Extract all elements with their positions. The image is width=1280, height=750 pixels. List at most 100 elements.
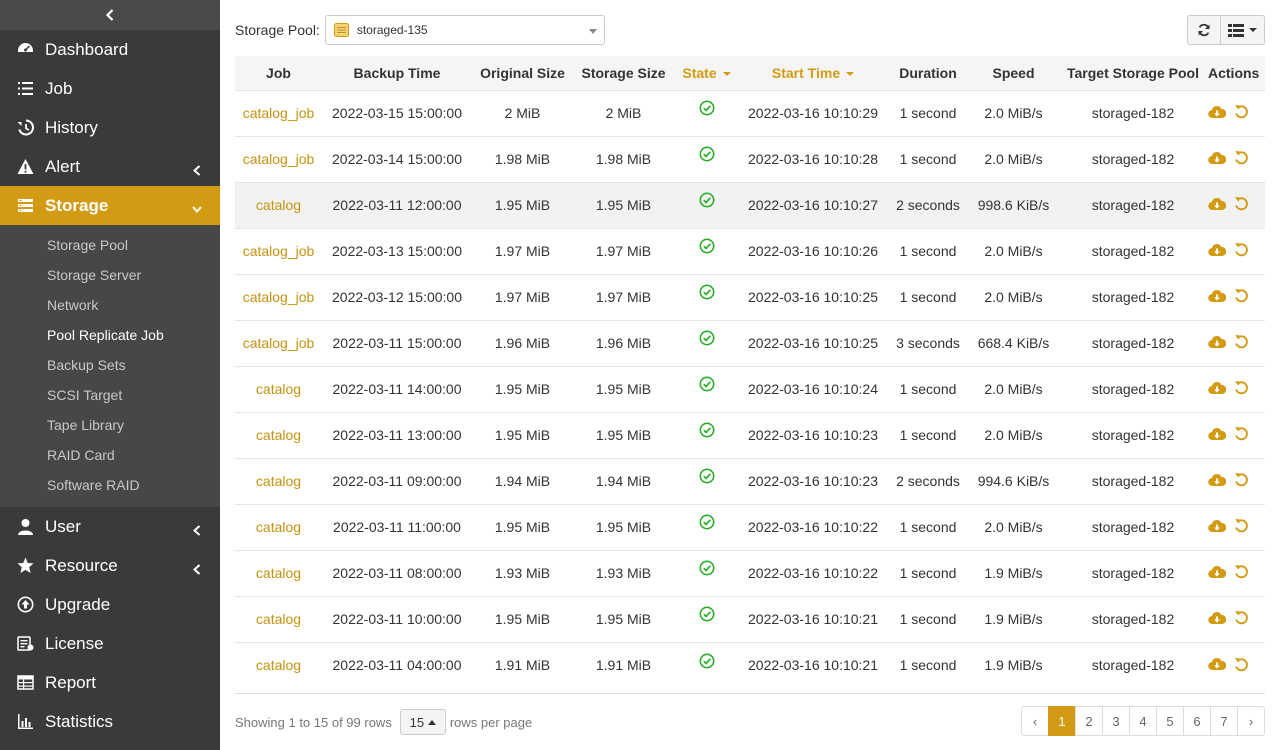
restore-icon[interactable] [1234,657,1249,672]
column-header-start-time[interactable]: Start Time [739,56,887,90]
column-header-original-size[interactable]: Original Size [472,56,573,90]
rows-per-page-select[interactable]: 15 [399,709,446,735]
restore-icon[interactable] [1234,196,1249,211]
download-cloud-icon[interactable] [1208,289,1226,303]
pagination-page[interactable]: 2 [1075,706,1103,736]
sidebar-item-license[interactable]: License [0,624,220,663]
job-link[interactable]: catalog_job [243,105,315,121]
storage-pool-select[interactable]: storaged-135 [324,15,605,45]
job-link[interactable]: catalog [256,197,301,213]
pagination-next[interactable]: › [1237,706,1265,736]
restore-icon[interactable] [1234,104,1249,119]
table-row: catalog 2022-03-11 12:00:00 1.95 MiB 1.95 M… [235,181,1265,228]
sidebar-item-job[interactable]: Job [0,69,220,108]
submenu-item-storage-server[interactable]: Storage Server [0,260,220,290]
job-link[interactable]: catalog [256,611,301,627]
restore-icon[interactable] [1234,564,1249,579]
job-link[interactable]: catalog_job [243,243,315,259]
column-header-duration[interactable]: Duration [887,56,969,90]
sidebar-item-alert[interactable]: Alert [0,147,220,186]
sidebar-item-resource[interactable]: Resource [0,546,220,585]
sidebar-item-upgrade[interactable]: Upgrade [0,585,220,624]
download-cloud-icon[interactable] [1208,151,1226,165]
submenu-item-scsi-target[interactable]: SCSI Target [0,380,220,410]
column-header-target-storage-pool[interactable]: Target Storage Pool [1058,56,1208,90]
column-header-backup-time[interactable]: Backup Time [322,56,472,90]
pagination-page[interactable]: 1 [1048,706,1076,736]
pagination-page[interactable]: 7 [1210,706,1238,736]
table-row: catalog 2022-03-11 08:00:00 1.93 MiB 1.93 M… [235,549,1265,596]
sidebar-collapse-button[interactable] [0,0,220,30]
download-cloud-icon[interactable] [1208,243,1226,257]
submenu-item-pool-replicate-job[interactable]: Pool Replicate Job [0,320,220,350]
column-header-actions[interactable]: Actions [1208,56,1265,90]
column-header-storage-size[interactable]: Storage Size [573,56,674,90]
submenu-item-network[interactable]: Network [0,290,220,320]
sidebar-item-report[interactable]: Report [0,663,220,702]
restore-icon[interactable] [1234,334,1249,349]
restore-icon[interactable] [1234,610,1249,625]
pagination-prev[interactable]: ‹ [1021,706,1049,736]
submenu-item-backup-sets[interactable]: Backup Sets [0,350,220,380]
restore-icon[interactable] [1234,150,1249,165]
speed: 2.0 MiB/s [984,105,1043,121]
actions-cell [1208,365,1265,412]
sidebar-item-storage[interactable]: Storage [0,186,220,225]
table-cell: 2.0 MiB/s [969,135,1058,182]
submenu-item-tape-library[interactable]: Tape Library [0,410,220,440]
columns-toggle-button[interactable] [1221,15,1265,45]
download-cloud-icon[interactable] [1208,565,1226,579]
sidebar-item-user[interactable]: User [0,507,220,546]
pagination-page[interactable]: 6 [1183,706,1211,736]
download-cloud-icon[interactable] [1208,427,1226,441]
download-cloud-icon[interactable] [1208,381,1226,395]
download-cloud-icon[interactable] [1208,197,1226,211]
job-link[interactable]: catalog [256,427,301,443]
download-cloud-icon[interactable] [1208,519,1226,533]
download-cloud-icon[interactable] [1208,105,1226,119]
job-link[interactable]: catalog [256,381,301,397]
sidebar-item-statistics[interactable]: Statistics [0,702,220,741]
sidebar-item-history[interactable]: History [0,108,220,147]
restore-icon[interactable] [1234,380,1249,395]
submenu-item-storage-pool[interactable]: Storage Pool [0,230,220,260]
refresh-button[interactable] [1187,15,1221,45]
job-link[interactable]: catalog_job [243,335,315,351]
submenu-item-software-raid[interactable]: Software RAID [0,470,220,500]
column-header-speed[interactable]: Speed [969,56,1058,90]
download-cloud-icon[interactable] [1208,335,1226,349]
backup-time: 2022-03-11 14:00:00 [332,381,462,397]
pagination-page[interactable]: 4 [1129,706,1157,736]
job-link[interactable]: catalog [256,657,301,673]
pagination-page[interactable]: 5 [1156,706,1184,736]
pagination-page[interactable]: 3 [1102,706,1130,736]
success-check-icon [699,653,714,669]
column-header-state[interactable]: State [674,56,739,90]
sidebar-item-dashboard[interactable]: Dashboard [0,30,220,69]
sidebar: Dashboard Job History Alert Storage Stor… [0,0,220,750]
download-cloud-icon[interactable] [1208,473,1226,487]
job-link[interactable]: catalog_job [243,289,315,305]
submenu-item-raid-card[interactable]: RAID Card [0,440,220,470]
backup-time: 2022-03-14 15:00:00 [332,151,462,167]
rows-per-page-label: rows per page [449,714,533,730]
column-header-job[interactable]: Job [235,56,322,90]
table-cell: catalog_job [235,135,322,182]
job-link[interactable]: catalog [256,565,301,581]
table-row: catalog 2022-03-11 13:00:00 1.95 MiB 1.95 M… [235,411,1265,458]
restore-icon[interactable] [1234,518,1249,533]
original-size: 1.93 MiB [494,565,551,581]
restore-icon[interactable] [1234,426,1249,441]
restore-icon[interactable] [1234,472,1249,487]
duration: 1 second [899,151,957,167]
restore-icon[interactable] [1234,242,1249,257]
download-cloud-icon[interactable] [1208,611,1226,625]
job-link[interactable]: catalog [256,519,301,535]
table-cell: 2022-03-16 10:10:21 [739,641,887,688]
download-cloud-icon[interactable] [1208,657,1226,671]
table-cell: 998.6 KiB/s [969,181,1058,228]
job-link[interactable]: catalog [256,473,301,489]
table-cell: catalog [235,503,322,550]
restore-icon[interactable] [1234,288,1249,303]
job-link[interactable]: catalog_job [243,151,315,167]
